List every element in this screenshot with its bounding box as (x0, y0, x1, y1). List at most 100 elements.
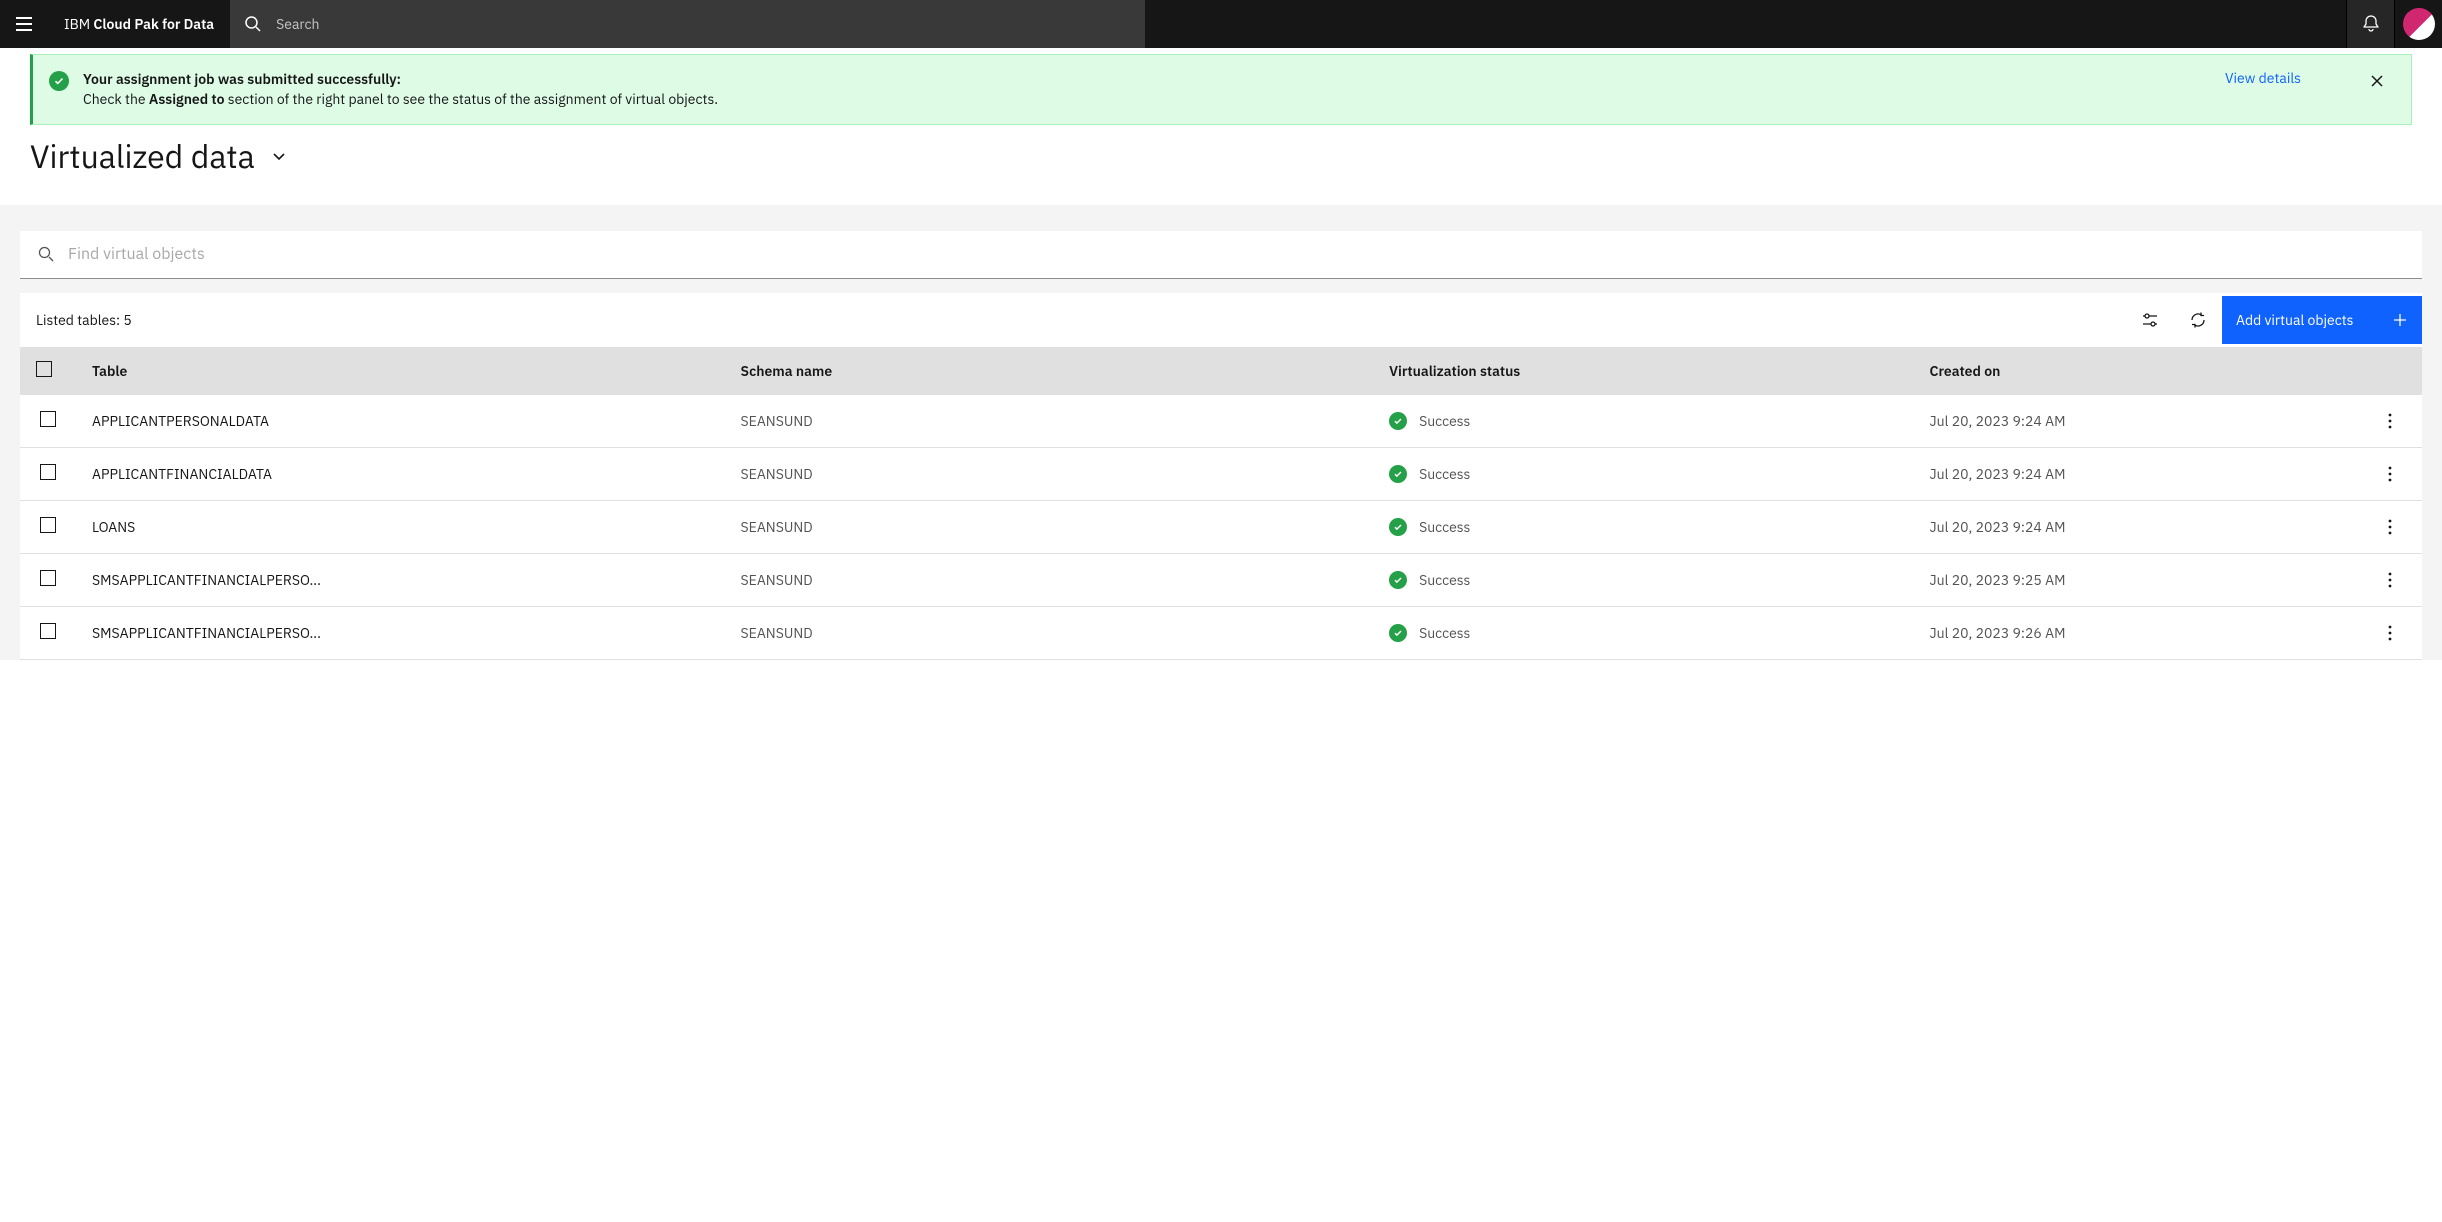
cell-status: Success (1373, 395, 1913, 448)
brand-name: Cloud Pak for Data (93, 15, 214, 33)
settings-button[interactable] (2126, 296, 2174, 344)
avatar (2403, 8, 2435, 40)
row-actions-cell (2358, 447, 2422, 500)
global-search[interactable] (230, 0, 1145, 48)
row-actions-cell (2358, 553, 2422, 606)
status-success-icon (1389, 624, 1407, 642)
global-search-input[interactable] (262, 15, 1145, 33)
add-button-label: Add virtual objects (2236, 311, 2353, 329)
cell-created: Jul 20, 2023 9:24 AM (1914, 500, 2359, 553)
row-checkbox[interactable] (40, 623, 56, 639)
bell-icon (2361, 14, 2381, 34)
cell-created: Jul 20, 2023 9:24 AM (1914, 447, 2359, 500)
row-checkbox[interactable] (40, 570, 56, 586)
overflow-icon (2388, 466, 2392, 482)
row-actions-cell (2358, 395, 2422, 448)
cell-table: SMSAPPLICANTFINANCIALPERSO... (76, 553, 725, 606)
hamburger-icon (14, 14, 34, 34)
table-row: LOANS SEANSUND Success Jul 20, 2023 9:24… (20, 500, 2422, 553)
row-actions-cell (2358, 606, 2422, 659)
status-label: Success (1419, 571, 1470, 589)
cell-table: APPLICANTPERSONALDATA (76, 395, 725, 448)
search-icon (38, 246, 54, 262)
row-select-cell (20, 553, 76, 606)
row-select-cell (20, 447, 76, 500)
cell-schema: SEANSUND (725, 395, 1374, 448)
close-notification-button[interactable] (2365, 69, 2389, 93)
status-label: Success (1419, 465, 1470, 483)
cell-schema: SEANSUND (725, 447, 1374, 500)
cell-status: Success (1373, 553, 1913, 606)
close-icon (2369, 73, 2385, 89)
status-success-icon (1389, 465, 1407, 483)
row-overflow-menu[interactable] (2374, 511, 2406, 543)
success-notification: Your assignment job was submitted succes… (30, 54, 2412, 125)
col-header-table[interactable]: Table (76, 347, 725, 395)
refresh-button[interactable] (2174, 296, 2222, 344)
filter-input[interactable] (54, 244, 2404, 264)
select-all-checkbox[interactable] (36, 361, 52, 377)
row-overflow-menu[interactable] (2374, 458, 2406, 490)
page-title: Virtualized data (30, 135, 255, 177)
status-success-icon (1389, 571, 1407, 589)
row-overflow-menu[interactable] (2374, 405, 2406, 437)
row-select-cell (20, 395, 76, 448)
cell-created: Jul 20, 2023 9:24 AM (1914, 395, 2359, 448)
brand-prefix: IBM (64, 15, 93, 33)
row-overflow-menu[interactable] (2374, 564, 2406, 596)
col-header-status[interactable]: Virtualization status (1373, 347, 1913, 395)
overflow-icon (2388, 413, 2392, 429)
col-header-schema[interactable]: Schema name (725, 347, 1374, 395)
cell-status: Success (1373, 500, 1913, 553)
brand-label: IBM Cloud Pak for Data (48, 15, 230, 33)
cell-created: Jul 20, 2023 9:25 AM (1914, 553, 2359, 606)
notifications-button[interactable] (2346, 0, 2394, 48)
table-row: SMSAPPLICANTFINANCIALPERSO... SEANSUND S… (20, 606, 2422, 659)
virtualized-data-table: Table Schema name Virtualization status … (20, 347, 2422, 660)
refresh-icon (2189, 311, 2207, 329)
row-checkbox[interactable] (40, 411, 56, 427)
row-checkbox[interactable] (40, 464, 56, 480)
row-select-cell (20, 606, 76, 659)
table-row: APPLICANTPERSONALDATA SEANSUND Success J… (20, 395, 2422, 448)
cell-table: SMSAPPLICANTFINANCIALPERSO... (76, 606, 725, 659)
row-select-cell (20, 500, 76, 553)
search-icon (244, 15, 262, 33)
status-success-icon (1389, 518, 1407, 536)
status-label: Success (1419, 518, 1470, 536)
filter-search[interactable] (20, 231, 2422, 279)
cell-schema: SEANSUND (725, 553, 1374, 606)
page-header: Virtualized data (0, 125, 2442, 205)
overflow-icon (2388, 519, 2392, 535)
user-menu[interactable] (2394, 0, 2442, 48)
col-header-created[interactable]: Created on (1914, 347, 2359, 395)
status-label: Success (1419, 412, 1470, 430)
header-actions (2346, 0, 2442, 48)
cell-schema: SEANSUND (725, 500, 1374, 553)
notification-title: Your assignment job was submitted succes… (83, 69, 2211, 89)
row-checkbox[interactable] (40, 517, 56, 533)
cell-created: Jul 20, 2023 9:26 AM (1914, 606, 2359, 659)
actions-header (2358, 347, 2422, 395)
notification-message: Check the Assigned to section of the rig… (83, 89, 2211, 109)
success-icon (49, 71, 69, 91)
overflow-icon (2388, 572, 2392, 588)
table-row: SMSAPPLICANTFINANCIALPERSO... SEANSUND S… (20, 553, 2422, 606)
status-label: Success (1419, 624, 1470, 642)
cell-table: LOANS (76, 500, 725, 553)
view-details-link[interactable]: View details (2225, 69, 2301, 89)
listed-count: Listed tables: 5 (20, 293, 2126, 347)
add-virtual-objects-button[interactable]: Add virtual objects (2222, 296, 2422, 344)
status-success-icon (1389, 412, 1407, 430)
menu-button[interactable] (0, 0, 48, 48)
table-row: APPLICANTFINANCIALDATA SEANSUND Success … (20, 447, 2422, 500)
cell-schema: SEANSUND (725, 606, 1374, 659)
page-dropdown-toggle[interactable] (271, 148, 287, 164)
chevron-down-icon (271, 148, 287, 164)
row-overflow-menu[interactable] (2374, 617, 2406, 649)
global-header: IBM Cloud Pak for Data (0, 0, 2442, 48)
row-actions-cell (2358, 500, 2422, 553)
settings-icon (2141, 311, 2159, 329)
cell-status: Success (1373, 447, 1913, 500)
plus-icon (2392, 312, 2408, 328)
